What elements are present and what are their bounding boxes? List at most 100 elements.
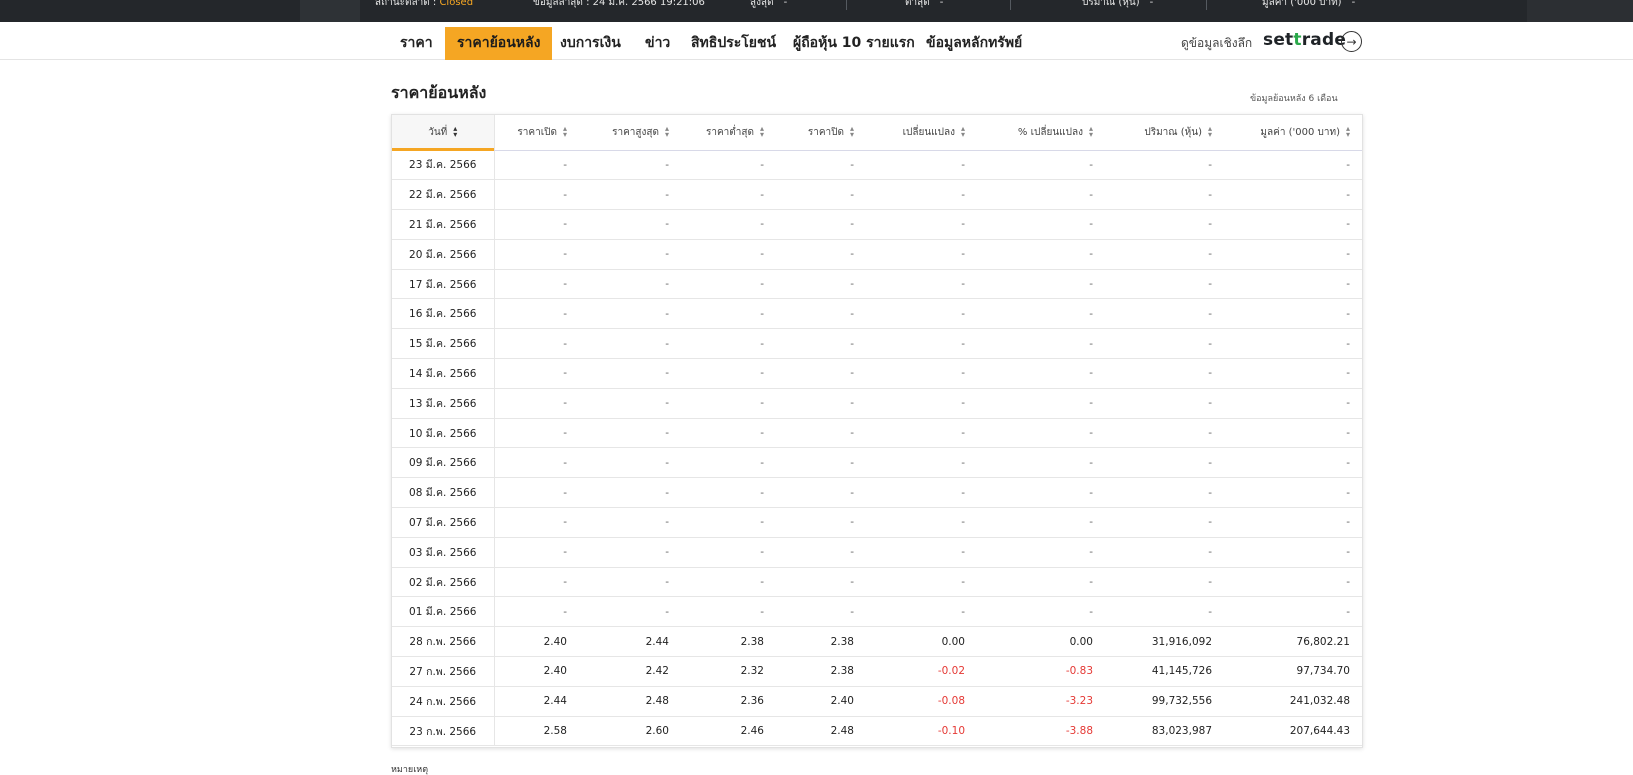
cell-value: - xyxy=(1208,456,1212,469)
cell-value: - xyxy=(850,516,854,529)
tab-historical-price[interactable]: ราคาย้อนหลัง xyxy=(445,27,553,60)
col-header-volume[interactable]: ปริมาณ (หุ้น) ▴ ▾ xyxy=(1105,115,1224,151)
cell-value: - xyxy=(563,307,567,320)
arrow-right-icon[interactable]: → xyxy=(1341,31,1362,52)
tab-top-shareholders[interactable]: ผู้ถือหุ้น 10 รายแรก xyxy=(781,27,927,60)
sort-icon: ▴ ▾ xyxy=(1207,123,1212,139)
cell-value: - xyxy=(665,248,669,261)
cell-value: - xyxy=(850,158,854,171)
cell-value: - xyxy=(1208,605,1212,618)
cell-value: - xyxy=(850,248,854,261)
cell-date: 08 มี.ค. 2566 xyxy=(392,477,495,508)
status-divider xyxy=(1206,0,1207,10)
cell-value: 2.40 xyxy=(830,695,854,708)
tab-financials[interactable]: งบการเงิน xyxy=(548,27,633,60)
tab-price[interactable]: ราคา xyxy=(388,27,445,60)
cell-value: - xyxy=(1208,337,1212,350)
cell-value: -3.23 xyxy=(1065,695,1093,708)
cell-value: - xyxy=(1346,158,1350,171)
col-header-label: ราคาสูงสุด xyxy=(612,126,659,138)
history-range-note: ข้อมูลย้อนหลัง 6 เดือน xyxy=(1250,94,1338,104)
cell-value: - xyxy=(760,337,764,350)
cell-value: - xyxy=(961,278,965,291)
cell-value: - xyxy=(850,486,854,499)
table-row: 10 มี.ค. 2566 - - - - - - - - xyxy=(392,418,1362,448)
cell-value: - xyxy=(1346,337,1350,350)
cell-date: 28 ก.พ. 2566 xyxy=(392,626,495,657)
sort-icon: ▴ ▾ xyxy=(1345,123,1350,139)
deep-insight-link[interactable]: ดูข้อมูลเชิงลึก xyxy=(1181,34,1252,53)
cell-value: - xyxy=(665,218,669,231)
cell-value: - xyxy=(563,456,567,469)
active-sort-indicator xyxy=(392,147,494,151)
cell-date: 01 มี.ค. 2566 xyxy=(392,596,495,627)
col-header-low[interactable]: ราคาต่ำสุด ▴ ▾ xyxy=(681,115,776,151)
cell-value: - xyxy=(665,576,669,589)
cell-value: - xyxy=(1346,248,1350,261)
tab-security-info[interactable]: ข้อมูลหลักทรัพย์ xyxy=(914,27,1034,60)
col-header-pct-change[interactable]: % เปลี่ยนแปลง ▴ ▾ xyxy=(977,115,1105,151)
table-row: 21 มี.ค. 2566 - - - - - - - - xyxy=(392,209,1362,240)
col-header-value[interactable]: มูลค่า ('000 บาท) ▴ ▾ xyxy=(1224,115,1362,151)
cell-value: - xyxy=(665,486,669,499)
col-header-change[interactable]: เปลี่ยนแปลง ▴ ▾ xyxy=(866,115,977,151)
logo-text-prefix: set xyxy=(1263,30,1294,50)
cell-date: 17 มี.ค. 2566 xyxy=(392,269,495,299)
col-header-label: ปริมาณ (หุ้น) xyxy=(1144,126,1202,138)
tab-benefits[interactable]: สิทธิประโยชน์ xyxy=(679,27,788,60)
cell-value: - xyxy=(961,248,965,261)
cell-value: - xyxy=(1208,576,1212,589)
col-header-label: ราคาเปิด xyxy=(517,126,557,138)
table-row: 15 มี.ค. 2566 - - - - - - - - xyxy=(392,328,1362,359)
cell-value: - xyxy=(665,397,669,410)
cell-date: 20 มี.ค. 2566 xyxy=(392,239,495,270)
table-row: 24 ก.พ. 2566 2.44 2.48 2.36 2.40 -0.08 -3.23 99… xyxy=(392,686,1362,717)
cell-value: - xyxy=(850,367,854,380)
col-header-open[interactable]: ราคาเปิด ▴ ▾ xyxy=(494,115,579,151)
cell-value: - xyxy=(1346,278,1350,291)
cell-value: -0.83 xyxy=(1065,665,1093,678)
cell-value: - xyxy=(1089,397,1093,410)
cell-value: 2.46 xyxy=(740,725,764,738)
table-body: 23 มี.ค. 2566 - - - - - - - - 22 มี.ค. 2566 - - - - - -… xyxy=(392,150,1362,746)
status-divider xyxy=(1010,0,1011,10)
cell-value: - xyxy=(961,337,965,350)
cell-value: - xyxy=(850,546,854,559)
cell-value: - xyxy=(1346,427,1350,440)
cell-value: - xyxy=(760,218,764,231)
cell-value: - xyxy=(850,218,854,231)
cell-value: - xyxy=(1089,367,1093,380)
cell-value: - xyxy=(760,397,764,410)
sort-icon: ▴ ▾ xyxy=(960,123,965,139)
cell-value: 0.00 xyxy=(941,635,965,648)
cell-value: - xyxy=(1208,367,1212,380)
col-header-label: วันที่ xyxy=(428,126,448,138)
market-status-bar: สถานะตลาด : Closed ข้อมูลล่าสุด : 24 มี.… xyxy=(0,0,1633,22)
cell-value: 99,732,556 xyxy=(1151,695,1212,708)
cell-value: - xyxy=(850,427,854,440)
cell-value: - xyxy=(1346,188,1350,201)
cell-value: - xyxy=(961,576,965,589)
volume: ปริมาณ (หุ้น) - xyxy=(1082,0,1153,10)
col-header-date[interactable]: วันที่ ▴ ▾ xyxy=(392,115,495,151)
cell-value: - xyxy=(1346,546,1350,559)
cell-value: - xyxy=(563,367,567,380)
settrade-logo[interactable]: settrade xyxy=(1263,30,1346,50)
cell-value: - xyxy=(1089,188,1093,201)
cell-value: 2.32 xyxy=(740,665,764,678)
table-row: 27 ก.พ. 2566 2.40 2.42 2.32 2.38 -0.02 -0.83 41… xyxy=(392,656,1362,687)
cell-value: - xyxy=(1089,576,1093,589)
low-price: ต่ำสุด - xyxy=(905,0,943,10)
cell-value: 2.38 xyxy=(830,665,854,678)
table-row: 20 มี.ค. 2566 - - - - - - - - xyxy=(392,239,1362,270)
cell-value: - xyxy=(760,576,764,589)
cell-value: - xyxy=(1208,158,1212,171)
tab-news[interactable]: ข่าว xyxy=(633,27,682,60)
cell-value: - xyxy=(1089,456,1093,469)
cell-value: - xyxy=(1208,427,1212,440)
col-header-close[interactable]: ราคาปิด ▴ ▾ xyxy=(776,115,866,151)
cell-value: - xyxy=(760,546,764,559)
cell-value: 241,032.48 xyxy=(1289,695,1350,708)
cell-date: 22 มี.ค. 2566 xyxy=(392,179,495,210)
col-header-high[interactable]: ราคาสูงสุด ▴ ▾ xyxy=(579,115,681,151)
